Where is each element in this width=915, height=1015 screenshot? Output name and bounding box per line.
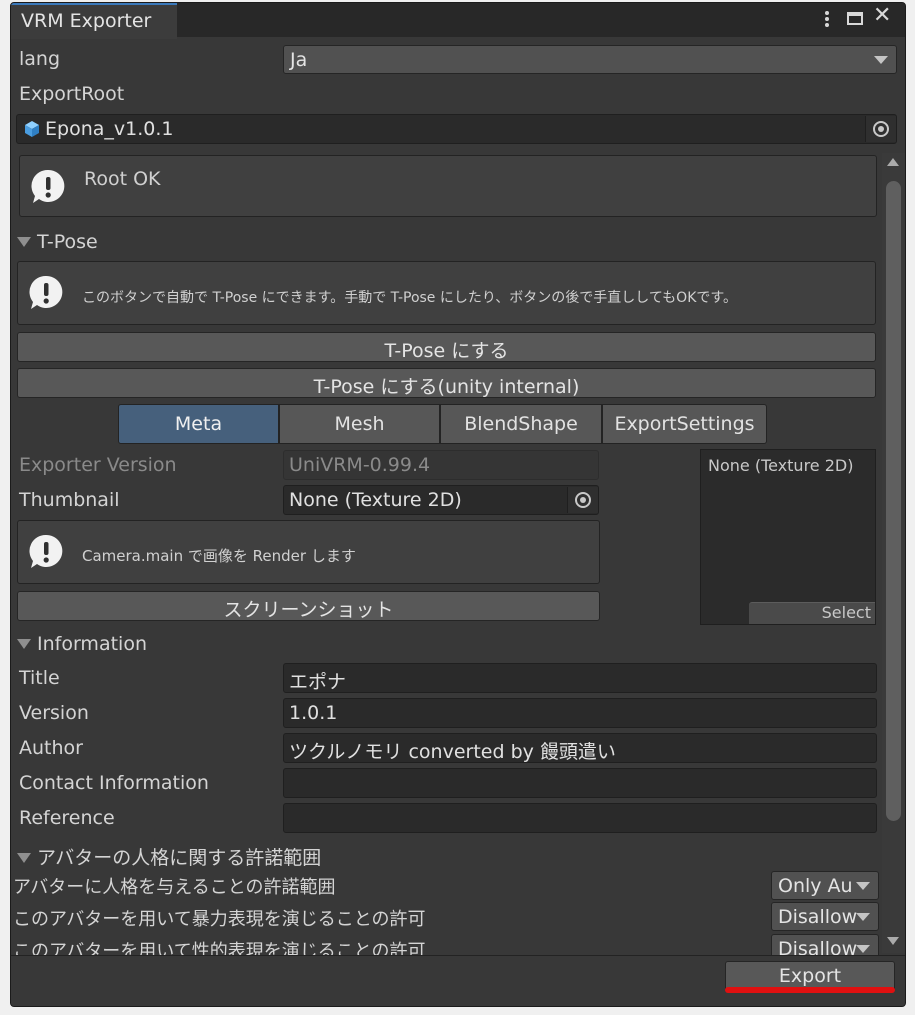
maximize-icon[interactable] <box>847 12 863 25</box>
tab-meta[interactable]: Meta <box>118 404 279 444</box>
tpose-unity-internal-button[interactable]: T-Pose にする(unity internal) <box>17 368 876 398</box>
vrm-exporter-window: VRM Exporter ✕ lang Ja ExportRoot Epona_… <box>10 2 906 1007</box>
scroll-up-icon[interactable] <box>887 158 899 166</box>
info-bubble-icon <box>29 275 63 309</box>
permissions-header: アバターの人格に関する許諾範囲 <box>37 847 322 869</box>
tab-mesh[interactable]: Mesh <box>279 404 440 444</box>
export-highlight-underline <box>725 987 895 993</box>
author-field[interactable]: ツクルノモリ converted by 饅頭遣い <box>283 733 877 763</box>
tpose-foldout[interactable]: T-Pose <box>17 231 98 253</box>
thumbnail-value: None (Texture 2D) <box>289 489 462 511</box>
reference-label: Reference <box>19 807 115 829</box>
tpose-helpbox: このボタンで自動で T-Pose にできます。手動で T-Pose にしたり、ボ… <box>17 261 876 325</box>
thumbnail-label: Thumbnail <box>19 489 120 511</box>
object-picker-icon[interactable] <box>865 116 896 142</box>
tab-blendshape[interactable]: BlendShape <box>440 404 602 444</box>
foldout-arrow-icon <box>17 237 31 247</box>
information-header: Information <box>37 633 147 655</box>
tab-exportsettings[interactable]: ExportSettings <box>602 404 767 444</box>
footer-bar: Export <box>11 955 905 1006</box>
thumbnail-field[interactable]: None (Texture 2D) <box>283 485 599 515</box>
foldout-arrow-icon <box>17 853 31 863</box>
contact-information-label: Contact Information <box>19 772 209 794</box>
title-bar: VRM Exporter ✕ <box>11 3 905 39</box>
reference-field[interactable] <box>283 803 877 833</box>
permissions-foldout[interactable]: アバターの人格に関する許諾範囲 <box>17 843 321 870</box>
export-root-field[interactable]: Epona_v1.0.1 <box>16 114 897 144</box>
prefab-cube-icon <box>25 121 39 137</box>
close-icon[interactable]: ✕ <box>873 5 891 27</box>
chevron-down-icon <box>856 881 870 890</box>
object-picker-icon[interactable] <box>567 487 598 513</box>
permission-sexual-value: Disallow <box>778 938 858 955</box>
title-field[interactable]: エポナ <box>283 663 877 693</box>
lang-dropdown[interactable]: Ja <box>283 45 897 74</box>
version-label: Version <box>19 702 89 724</box>
camera-helpbox: Camera.main で画像を Render します <box>17 520 600 584</box>
tpose-help-text: このボタンで自動で T-Pose にできます。手動で T-Pose にしたり、ボ… <box>82 290 737 306</box>
permission-personality-dropdown[interactable]: Only Au <box>771 871 879 900</box>
permission-personality-label: アバターに人格を与えることの許諾範囲 <box>13 877 336 898</box>
screenshot-button[interactable]: スクリーンショット <box>17 591 600 621</box>
version-field[interactable]: 1.0.1 <box>283 698 877 728</box>
permission-violence-label: このアバターを用いて暴力表現を演じることの許可 <box>13 909 426 930</box>
information-foldout[interactable]: Information <box>17 633 147 655</box>
permission-personality-value: Only Au <box>778 875 853 897</box>
permission-violence-dropdown[interactable]: Disallow <box>771 902 879 931</box>
thumbnail-preview-text: None (Texture 2D) <box>708 456 854 475</box>
export-root-value: Epona_v1.0.1 <box>45 118 174 140</box>
lang-label: lang <box>19 48 61 70</box>
scrollbar-thumb[interactable] <box>886 181 901 821</box>
vertical-scrollbar[interactable] <box>882 153 905 953</box>
thumbnail-select-button[interactable]: Select <box>749 602 875 624</box>
chevron-down-icon <box>874 55 888 64</box>
author-label: Author <box>19 737 83 759</box>
chevron-down-icon <box>856 912 870 921</box>
permission-violence-value: Disallow <box>778 906 858 928</box>
camera-help-text: Camera.main で画像を Render します <box>82 547 356 565</box>
export-root-label: ExportRoot <box>19 83 125 105</box>
chevron-down-icon <box>856 944 870 953</box>
info-bubble-icon <box>31 169 65 203</box>
tpose-header: T-Pose <box>37 231 98 253</box>
permissions-rows: アバターに人格を与えることの許諾範囲 Only Au このアバターを用いて暴力表… <box>11 869 882 955</box>
info-bubble-icon <box>29 534 63 568</box>
scroll-down-icon[interactable] <box>887 937 899 945</box>
kebab-menu-icon[interactable] <box>821 9 833 29</box>
root-ok-helpbox: Root OK <box>19 155 877 217</box>
foldout-arrow-icon <box>17 639 31 649</box>
root-ok-text: Root OK <box>84 168 161 190</box>
exporter-version-field: UniVRM-0.99.4 <box>283 450 599 480</box>
exporter-version-label: Exporter Version <box>19 454 177 476</box>
title-label: Title <box>19 667 60 689</box>
window-tab[interactable]: VRM Exporter <box>11 3 177 39</box>
thumbnail-preview[interactable]: None (Texture 2D) Select <box>700 449 876 625</box>
permission-sexual-label: このアバターを用いて性的表現を演じることの許可 <box>13 941 426 955</box>
tpose-button[interactable]: T-Pose にする <box>17 332 876 362</box>
lang-value: Ja <box>290 49 308 71</box>
contact-information-field[interactable] <box>283 768 877 798</box>
permission-sexual-dropdown[interactable]: Disallow <box>771 934 879 955</box>
